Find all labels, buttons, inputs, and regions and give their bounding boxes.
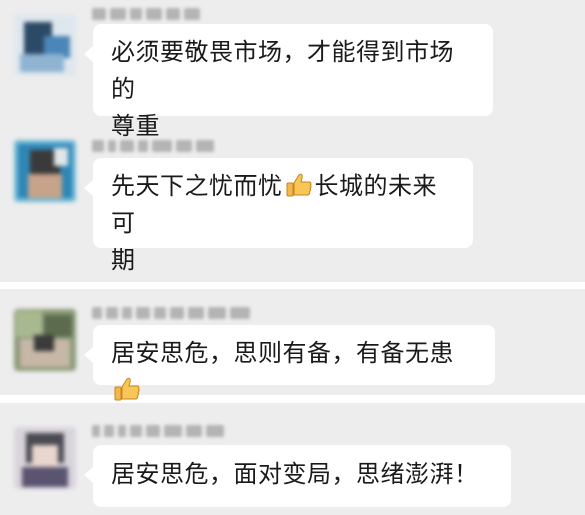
chat-panel-1: 必须要敬畏市场，才能得到市场的 尊重 先天下之忧而忧 长城的未来可 期 xyxy=(0,0,585,282)
sender-name xyxy=(92,140,214,154)
message-bubble[interactable]: 居安思危，思则有备，有备无患 xyxy=(84,325,495,401)
message-text-line2: 期 xyxy=(111,246,136,274)
avatar[interactable] xyxy=(14,140,76,202)
sender-name xyxy=(92,8,200,22)
message-text: 居安思危，面对变局，思绪澎湃！ xyxy=(111,460,479,488)
thumbs-up-icon xyxy=(114,377,140,401)
chat-panel-3: 居安思危，面对变局，思绪澎湃！ xyxy=(0,403,585,515)
avatar[interactable] xyxy=(14,14,76,76)
message-bubble[interactable]: 先天下之忧而忧 长城的未来可 期 xyxy=(84,158,473,274)
message-bubble[interactable]: 居安思危，面对变局，思绪澎湃！ xyxy=(84,445,511,507)
thumbs-up-icon xyxy=(286,173,312,197)
avatar[interactable] xyxy=(14,427,76,489)
message-text: 必须要敬畏市场，才能得到市场的 xyxy=(111,38,454,103)
message-text: 先天下之忧而忧 xyxy=(111,172,283,200)
chat-panel-2: 居安思危，思则有备，有备无患 xyxy=(0,289,585,401)
sender-name xyxy=(92,425,224,439)
sender-name xyxy=(92,307,250,321)
avatar[interactable] xyxy=(14,309,76,371)
message-bubble[interactable]: 必须要敬畏市场，才能得到市场的 尊重 xyxy=(84,24,493,140)
message-text: 居安思危，思则有备，有备无患 xyxy=(111,339,454,367)
